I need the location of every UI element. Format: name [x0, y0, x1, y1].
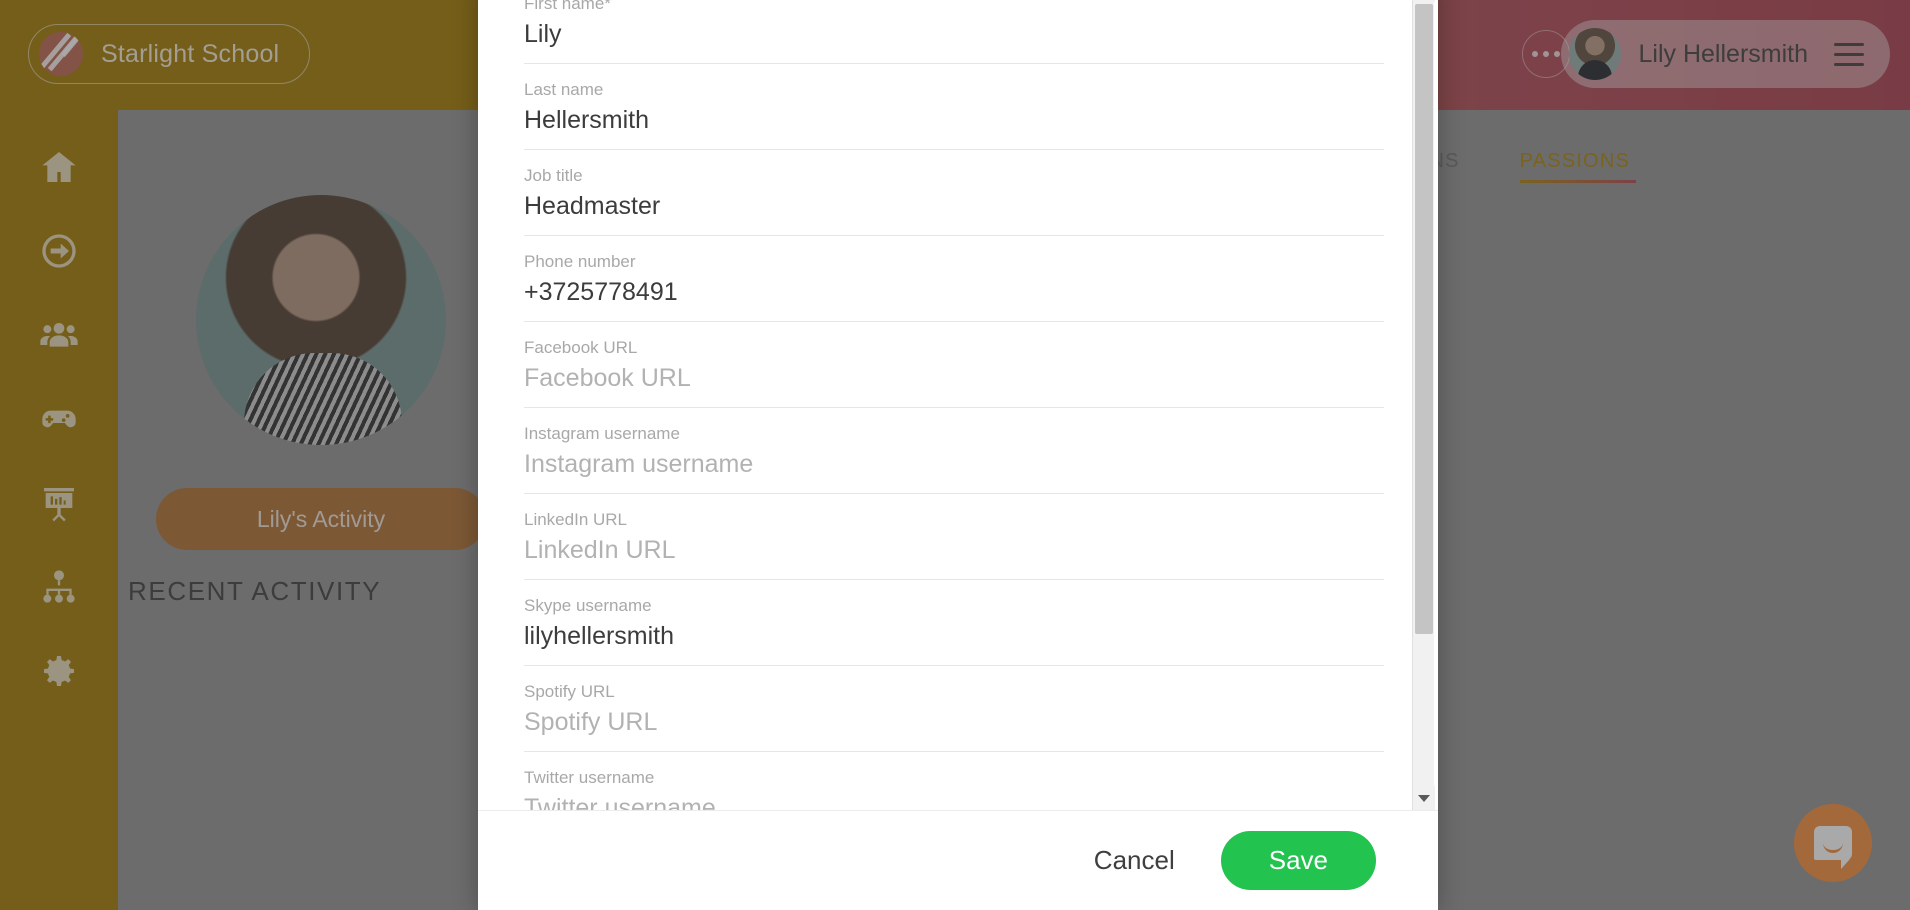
field-last-name: Last name Hellersmith: [524, 64, 1384, 150]
field-label: Skype username: [524, 596, 652, 615]
field-label: Phone number: [524, 252, 636, 271]
field-linkedin-url: LinkedIn URL LinkedIn URL: [524, 494, 1384, 580]
field-job-title: Job title Headmaster: [524, 150, 1384, 236]
linkedin-url-input[interactable]: LinkedIn URL: [524, 536, 1384, 580]
field-label: Instagram username: [524, 424, 680, 443]
skype-username-input[interactable]: lilyhellersmith: [524, 622, 1384, 666]
field-label: LinkedIn URL: [524, 510, 628, 529]
scroll-down-arrow-icon[interactable]: [1413, 786, 1435, 810]
modal-form-scroll-area: First name* Lily Last name Hellersmith J…: [478, 0, 1438, 810]
cancel-button[interactable]: Cancel: [1068, 833, 1201, 888]
field-label: Job title: [524, 166, 583, 185]
field-facebook-url: Facebook URL Facebook URL: [524, 322, 1384, 408]
spotify-url-input[interactable]: Spotify URL: [524, 708, 1384, 752]
field-label: Last name: [524, 80, 604, 99]
first-name-input[interactable]: Lily: [524, 20, 1384, 64]
field-twitter-username: Twitter username Twitter username: [524, 752, 1384, 810]
last-name-input[interactable]: Hellersmith: [524, 106, 1384, 150]
scrollbar-thumb[interactable]: [1415, 4, 1433, 634]
phone-number-input[interactable]: +3725778491: [524, 278, 1384, 322]
field-phone-number: Phone number +3725778491: [524, 236, 1384, 322]
save-button[interactable]: Save: [1220, 831, 1376, 890]
facebook-url-input[interactable]: Facebook URL: [524, 364, 1384, 408]
edit-profile-modal: First name* Lily Last name Hellersmith J…: [478, 0, 1438, 910]
modal-footer: Cancel Save: [478, 810, 1438, 910]
scroll-up-arrow-icon[interactable]: [1413, 0, 1435, 2]
field-instagram-username: Instagram username Instagram username: [524, 408, 1384, 494]
field-spotify-url: Spotify URL Spotify URL: [524, 666, 1384, 752]
field-label: Facebook URL: [524, 338, 638, 357]
app-root: Starlight School Lily Hellersmith Lily's…: [0, 0, 1910, 910]
instagram-username-input[interactable]: Instagram username: [524, 450, 1384, 494]
field-label: First name*: [524, 0, 611, 13]
job-title-input[interactable]: Headmaster: [524, 192, 1384, 236]
field-label: Spotify URL: [524, 682, 615, 701]
field-skype-username: Skype username lilyhellersmith: [524, 580, 1384, 666]
field-label: Twitter username: [524, 768, 655, 787]
modal-scrollbar[interactable]: [1412, 0, 1435, 810]
twitter-username-input[interactable]: Twitter username: [524, 794, 1384, 810]
field-first-name: First name* Lily: [524, 0, 1384, 64]
